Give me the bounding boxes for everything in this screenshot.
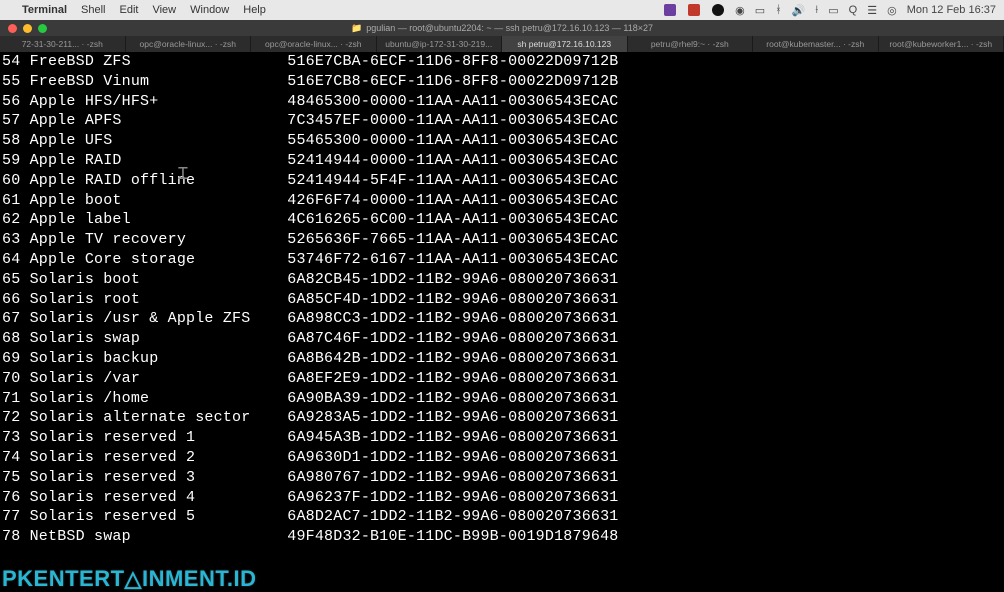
- tab-5[interactable]: petru@rhel9:~ · -zsh: [628, 36, 754, 52]
- window-title: 📁 pgulian — root@ubuntu2204: ~ — ssh pet…: [351, 23, 653, 34]
- tab-0[interactable]: 72-31-30-211... · -zsh: [0, 36, 126, 52]
- blank-line: [2, 547, 1002, 567]
- partition-row: 57 Apple APFS 7C3457EF-0000-11AA-AA11-00…: [2, 111, 1002, 131]
- status-icon-3[interactable]: [711, 3, 725, 17]
- partition-row: 64 Apple Core storage 53746F72-6167-11AA…: [2, 250, 1002, 270]
- partition-row: 78 NetBSD swap 49F48D32-B10E-11DC-B99B-0…: [2, 527, 1002, 547]
- tab-1[interactable]: opc@oracle-linux... · -zsh: [126, 36, 252, 52]
- partition-row: 55 FreeBSD Vinum 516E7CB8-6ECF-11D6-8FF8…: [2, 72, 1002, 92]
- partition-row: 68 Solaris swap 6A87C46F-1DD2-11B2-99A6-…: [2, 329, 1002, 349]
- partition-row: 63 Apple TV recovery 5265636F-7665-11AA-…: [2, 230, 1002, 250]
- partition-row: 58 Apple UFS 55465300-0000-11AA-AA11-003…: [2, 131, 1002, 151]
- menu-edit[interactable]: Edit: [120, 4, 139, 16]
- partition-row: 77 Solaris reserved 5 6A8D2AC7-1DD2-11B2…: [2, 507, 1002, 527]
- partition-row: 61 Apple boot 426F6F74-0000-11AA-AA11-00…: [2, 191, 1002, 211]
- clock[interactable]: Mon 12 Feb 16:37: [907, 4, 996, 16]
- tab-2[interactable]: opc@oracle-linux... · -zsh: [251, 36, 377, 52]
- menu-help[interactable]: Help: [243, 4, 266, 16]
- wifi-icon[interactable]: ⟊: [815, 4, 818, 17]
- partition-row: 74 Solaris reserved 2 6A9630D1-1DD2-11B2…: [2, 448, 1002, 468]
- volume-icon[interactable]: 🔊: [792, 4, 806, 17]
- close-window-button[interactable]: [8, 24, 17, 33]
- partition-row: 73 Solaris reserved 1 6A945A3B-1DD2-11B2…: [2, 428, 1002, 448]
- search-icon[interactable]: Q: [849, 4, 858, 16]
- siri-icon[interactable]: ◎: [887, 4, 897, 17]
- window-titlebar: 📁 pgulian — root@ubuntu2204: ~ — ssh pet…: [0, 20, 1004, 36]
- terminal-view[interactable]: Ꮖ 54 FreeBSD ZFS 516E7CBA-6ECF-11D6-8FF8…: [0, 52, 1004, 569]
- partition-row: 75 Solaris reserved 3 6A980767-1DD2-11B2…: [2, 468, 1002, 488]
- tab-6[interactable]: root@kubemaster... · -zsh: [753, 36, 879, 52]
- status-icon-1[interactable]: [663, 3, 677, 17]
- partition-row: 59 Apple RAID 52414944-0000-11AA-AA11-00…: [2, 151, 1002, 171]
- terminal-tabbar: 72-31-30-211... · -zsh opc@oracle-linux.…: [0, 36, 1004, 52]
- partition-row: 76 Solaris reserved 4 6A96237F-1DD2-11B2…: [2, 488, 1002, 508]
- screen-record-icon[interactable]: ◉: [735, 4, 745, 17]
- partition-row: 69 Solaris backup 6A8B642B-1DD2-11B2-99A…: [2, 349, 1002, 369]
- window-controls: [8, 24, 47, 33]
- partition-row: 62 Apple label 4C616265-6C00-11AA-AA11-0…: [2, 210, 1002, 230]
- tab-7[interactable]: root@kubeworker1... · -zsh: [879, 36, 1004, 52]
- window-title-text: pgulian — root@ubuntu2204: ~ — ssh petru…: [366, 23, 653, 33]
- partition-row: 54 FreeBSD ZFS 516E7CBA-6ECF-11D6-8FF8-0…: [2, 52, 1002, 72]
- partition-row: 56 Apple HFS/HFS+ 48465300-0000-11AA-AA1…: [2, 92, 1002, 112]
- partition-row: 67 Solaris /usr & Apple ZFS 6A898CC3-1DD…: [2, 309, 1002, 329]
- partition-row: 70 Solaris /var 6A8EF2E9-1DD2-11B2-99A6-…: [2, 369, 1002, 389]
- minimize-window-button[interactable]: [23, 24, 32, 33]
- menubar-right: ◉ ▭ ᚼ 🔊 ⟊ ▭ Q ☰ ◎ Mon 12 Feb 16:37: [663, 3, 996, 17]
- partition-row: 66 Solaris root 6A85CF4D-1DD2-11B2-99A6-…: [2, 290, 1002, 310]
- menu-window[interactable]: Window: [190, 4, 229, 16]
- battery-icon[interactable]: ▭: [828, 4, 838, 17]
- partition-row: 60 Apple RAID offline 52414944-5F4F-11AA…: [2, 171, 1002, 191]
- partition-row: 72 Solaris alternate sector 6A9283A5-1DD…: [2, 408, 1002, 428]
- zoom-window-button[interactable]: [38, 24, 47, 33]
- bluetooth-icon[interactable]: ᚼ: [775, 4, 782, 16]
- folder-icon: 📁: [351, 23, 362, 34]
- menu-view[interactable]: View: [152, 4, 176, 16]
- menubar-app-name[interactable]: Terminal: [22, 4, 67, 16]
- partition-row: 71 Solaris /home 6A90BA39-1DD2-11B2-99A6…: [2, 389, 1002, 409]
- control-center-icon[interactable]: ☰: [867, 4, 877, 17]
- macos-menubar: Terminal Shell Edit View Window Help ◉ ▭…: [0, 0, 1004, 20]
- watermark-text: PKENTERT△INMENT.ID: [2, 566, 256, 592]
- tab-4[interactable]: sh petru@172.16.10.123: [502, 36, 628, 52]
- status-icon-2[interactable]: [687, 3, 701, 17]
- tab-3[interactable]: ubuntu@ip-172-31-30-219...: [377, 36, 503, 52]
- watermark: PKENTERT△INMENT.ID: [2, 565, 256, 591]
- menubar-left: Terminal Shell Edit View Window Help: [8, 4, 266, 16]
- partition-row: 65 Solaris boot 6A82CB45-1DD2-11B2-99A6-…: [2, 270, 1002, 290]
- menu-shell[interactable]: Shell: [81, 4, 105, 16]
- display-icon[interactable]: ▭: [755, 4, 765, 17]
